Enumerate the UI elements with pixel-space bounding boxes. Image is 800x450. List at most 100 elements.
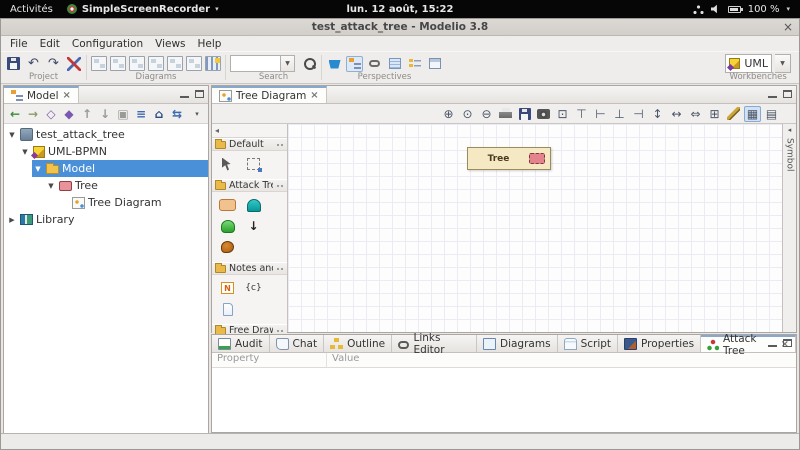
minimize-icon[interactable] [180,89,189,98]
zoom-in-icon[interactable]: ⊕ [440,106,457,122]
app-menu[interactable]: SimpleScreenRecorder ▾ [66,4,219,15]
maximize-icon[interactable] [195,90,204,98]
activities-button[interactable]: Activités [10,4,53,15]
back-icon[interactable]: ← [7,106,23,122]
expander-icon[interactable]: ▶ [7,216,17,224]
align-right-icon[interactable]: ⊣ [630,106,647,122]
tree-row-project[interactable]: ▼ test_attack_tree [4,126,208,143]
grid-icon[interactable]: ▦ [744,105,761,122]
sync-icon[interactable]: ⇆ [169,106,185,122]
workbench-dropdown-button[interactable]: ▼ [775,54,791,73]
menu-help[interactable]: Help [192,38,228,50]
symbol-sidebar[interactable]: ◂ Symbol [782,124,796,332]
note-tool[interactable]: N [219,280,236,296]
tab-script[interactable]: Script [558,335,619,352]
search-dropdown-button[interactable]: ▼ [280,55,295,72]
tab-diagrams[interactable]: Diagrams [477,335,558,352]
same-size-icon[interactable]: ⇔ [687,106,704,122]
expander-icon[interactable]: ▼ [46,182,56,190]
matrix-view-icon[interactable] [205,56,221,71]
tree-options-icon[interactable]: ≡ [133,106,149,122]
tree-row-tree[interactable]: ▼ Tree [4,177,208,194]
minimize-icon[interactable] [768,89,777,98]
search-input[interactable] [230,55,280,72]
tab-properties[interactable]: Properties [618,335,702,352]
related-elements-icon[interactable]: ◆ [61,106,77,122]
title-bar[interactable]: test_attack_tree - Modelio 3.8 × [1,19,799,36]
align-bottom-icon[interactable]: ⊥ [611,106,628,122]
deployment-diagram-icon[interactable] [110,56,126,71]
window-perspective-button[interactable] [426,56,443,72]
tab-tree-diagram[interactable]: Tree Diagram × [212,86,327,103]
class-diagram-icon[interactable] [91,56,107,71]
search-icon[interactable] [303,57,317,71]
marquee-tool[interactable] [245,156,262,172]
grid-perspective-button[interactable] [386,56,403,72]
menu-file[interactable]: File [4,38,34,50]
tab-audit[interactable]: Audit [212,335,270,352]
symbol-collapse-icon[interactable]: ◂ [788,126,792,134]
center-horizontal-icon[interactable]: ↔ [668,106,685,122]
close-icon[interactable]: × [63,90,71,101]
or-gate-tool[interactable] [219,218,236,234]
menu-configuration[interactable]: Configuration [66,38,149,50]
tab-chat[interactable]: Chat [270,335,325,352]
palette-section-attack-tree[interactable]: Attack Tree [212,179,287,192]
tree-root-node[interactable]: Tree [467,147,551,170]
and-gate-tool[interactable] [245,197,262,213]
node-marker[interactable] [529,153,545,164]
view-menu-caret-icon[interactable]: ▾ [189,106,205,122]
undo-button[interactable]: ↶ [25,55,42,72]
minimize-icon[interactable] [768,338,777,347]
tools-button[interactable] [65,55,82,72]
forward-icon[interactable]: → [25,106,41,122]
paint-perspective-button[interactable] [326,56,343,72]
copy-icon[interactable]: ▣ [115,106,131,122]
fit-to-content-icon[interactable]: ⊞ [706,106,723,122]
tree-row-uml-bpmn[interactable]: ▼ UML-BPMN [4,143,208,160]
tab-model[interactable]: Model × [4,86,79,103]
object-diagram-icon[interactable] [186,56,202,71]
workbench-selector[interactable]: UML [725,54,772,73]
align-top-icon[interactable]: ⊤ [573,106,590,122]
menu-views[interactable]: Views [149,38,191,50]
comment-tool[interactable] [219,239,236,255]
maximize-icon[interactable] [783,339,792,347]
save-project-button[interactable] [5,55,22,72]
tree-row-model[interactable]: ▼ Model [4,160,208,177]
tree-row-library[interactable]: ▶ Library [4,211,208,228]
save-image-icon[interactable] [516,106,533,122]
select-tool[interactable] [219,156,236,172]
composite-diagram-icon[interactable] [148,56,164,71]
edit-properties-icon[interactable]: ▤ [763,106,780,122]
use-case-diagram-icon[interactable] [167,56,183,71]
align-left-icon[interactable]: ⊢ [592,106,609,122]
related-element-icon[interactable]: ◇ [43,106,59,122]
state-diagram-icon[interactable] [129,56,145,71]
palette-section-notes[interactable]: Notes and ... [212,262,287,275]
window-close-button[interactable]: × [783,19,793,35]
tree-row-tree-diagram[interactable]: Tree Diagram [4,194,208,211]
diagram-canvas[interactable]: Tree [288,124,782,332]
zoom-selection-icon[interactable]: ⊡ [554,106,571,122]
palette-section-default[interactable]: Default [212,138,287,151]
property-table-body[interactable] [212,368,796,432]
menu-edit[interactable]: Edit [34,38,66,50]
links-perspective-button[interactable] [366,56,383,72]
system-tray[interactable]: 100 % ▾ [692,4,800,15]
move-up-icon[interactable]: ↑ [79,106,95,122]
expander-icon[interactable]: ▼ [20,148,30,156]
document-tool[interactable] [219,301,236,317]
move-down-icon[interactable]: ↓ [97,106,113,122]
tab-outline[interactable]: Outline [324,335,393,352]
maximize-icon[interactable] [783,90,792,98]
expander-icon[interactable]: ▼ [7,131,17,139]
home-icon[interactable]: ⌂ [151,106,167,122]
screenshot-icon[interactable] [535,106,552,122]
center-vertical-icon[interactable]: ↕ [649,106,666,122]
model-perspective-button[interactable] [346,55,363,72]
constraint-tool[interactable]: {c} [245,280,262,296]
style-brush-icon[interactable] [725,106,742,122]
tree-node-tool[interactable] [219,197,236,213]
redo-button[interactable]: ↷ [45,55,62,72]
